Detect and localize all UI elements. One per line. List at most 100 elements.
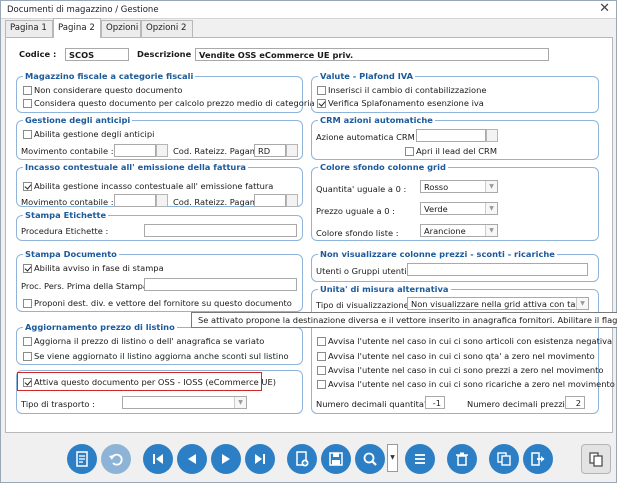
procedura-etichette-field[interactable] (144, 224, 297, 237)
anticipi-rateizz-lookup-button[interactable] (286, 144, 298, 157)
avvisa-qta-zero-checkbox[interactable]: Avvisa l'utente nel caso in cui ci sono … (317, 351, 595, 361)
checkbox-label: Abilita gestione incasso contestuale all… (34, 181, 274, 191)
next-record-button[interactable] (211, 444, 241, 474)
checkbox-label: Apri il lead del CRM (416, 146, 497, 156)
abilita-anticipi-checkbox[interactable]: Abilita gestione degli anticipi (23, 129, 154, 139)
attiva-oss-ioss-checkbox[interactable]: Attiva questo documento per OSS - IOSS (… (23, 377, 276, 387)
checkbox-label: Abilita gestione degli anticipi (34, 129, 155, 139)
tab-pagina-2[interactable]: Pagina 2 (53, 18, 101, 38)
colore-quantita-label: Quantita' uguale a 0 : (316, 184, 407, 194)
colore-liste-label: Colore sfondo liste : (316, 228, 399, 238)
anticipi-title: Gestione degli anticipi (23, 115, 133, 125)
decimali-quantita-field[interactable]: -1 (425, 396, 445, 409)
descrizione-field[interactable]: Vendite OSS eCommerce UE priv. (195, 48, 549, 61)
checkbox-box[interactable] (405, 146, 414, 156)
copy-button[interactable] (489, 444, 519, 474)
incasso-movimento-field[interactable] (114, 194, 156, 207)
tipo-visualizzazione-label: Tipo di visualizzazione : (316, 300, 415, 310)
first-record-button[interactable] (143, 444, 173, 474)
chevron-down-icon: ▼ (390, 454, 395, 461)
aggiorna-sconti-listino-checkbox[interactable]: Se viene aggiornato il listino aggiorna … (23, 351, 289, 361)
checkbox-box[interactable] (23, 336, 32, 346)
colore-liste-select[interactable]: Arancione ▼ (420, 224, 498, 237)
abilita-avviso-stampa-checkbox[interactable]: Abilita avviso in fase di stampa (23, 263, 164, 273)
nonvis-title: Non visualizzare colonne prezzi - sconti… (318, 249, 557, 259)
decimali-prezzi-field[interactable]: 2 (565, 396, 585, 409)
considera-prezzo-medio-checkbox[interactable]: Considera questo documento per calcolo p… (23, 98, 315, 108)
checkbox-box[interactable] (23, 377, 32, 387)
checkbox-box[interactable] (23, 129, 32, 139)
checkbox-box[interactable] (317, 98, 326, 108)
proc-pers-stampa-field[interactable] (144, 278, 297, 291)
pages-icon (589, 452, 603, 467)
incasso-movimento-lookup-button[interactable] (156, 194, 168, 207)
search-button[interactable] (355, 444, 385, 474)
colore-quantita-select[interactable]: Rosso ▼ (420, 180, 498, 193)
save-button[interactable] (321, 444, 351, 474)
print-list-button[interactable] (67, 444, 97, 474)
previous-record-button[interactable] (177, 444, 207, 474)
checkbox-box[interactable] (23, 98, 32, 108)
azione-crm-lookup-button[interactable] (486, 129, 498, 142)
duplicate-window-button[interactable] (581, 444, 611, 474)
delete-button[interactable] (447, 444, 477, 474)
last-record-button[interactable] (245, 444, 275, 474)
main-window: Documenti di magazzino / Gestione ✕ Pagi… (0, 0, 617, 483)
azione-crm-field[interactable] (416, 129, 486, 142)
utenti-gruppi-label: Utenti o Gruppi utenti : (316, 266, 413, 276)
aggiorna-prezzo-listino-checkbox[interactable]: Aggiorna il prezzo di listino o dell' an… (23, 336, 264, 346)
checkbox-box[interactable] (317, 85, 326, 95)
checkbox-box[interactable] (317, 336, 326, 346)
codice-field[interactable]: SCOS (65, 48, 129, 61)
undo-button[interactable] (101, 444, 131, 474)
tab-opzioni[interactable]: Opzioni (101, 20, 141, 37)
incasso-rateizz-field[interactable] (254, 194, 286, 207)
save-icon (329, 452, 343, 466)
chevron-down-icon: ▼ (485, 181, 497, 192)
checkbox-label: Non considerare questo documento (34, 85, 183, 95)
inserisci-cambio-checkbox[interactable]: Inserisci il cambio di contabilizzazione (317, 85, 486, 95)
checkbox-box[interactable] (317, 351, 326, 361)
anticipi-rateizz-field[interactable]: RD (254, 144, 286, 157)
avvisa-ricariche-zero-checkbox[interactable]: Avvisa l'utente nel caso in cui ci sono … (317, 379, 615, 389)
tipo-trasporto-select[interactable]: ▼ (122, 396, 247, 409)
window-title: Documenti di magazzino / Gestione (7, 5, 159, 15)
anticipi-movimento-field[interactable] (114, 144, 156, 157)
verifica-splafonamento-checkbox[interactable]: Verifica Splafonamento esenzione iva (317, 98, 484, 108)
tipo-visualizzazione-select[interactable]: Non visualizzare nella grid attiva con t… (407, 297, 589, 310)
utenti-gruppi-field[interactable] (407, 263, 588, 276)
list-button[interactable] (405, 444, 435, 474)
next-icon (222, 454, 230, 464)
checkbox-box[interactable] (317, 365, 326, 375)
checkbox-box[interactable] (23, 85, 32, 95)
close-icon[interactable]: ✕ (599, 2, 610, 16)
avvisa-prezzi-zero-checkbox[interactable]: Avvisa l'utente nel caso in cui ci sono … (317, 365, 603, 375)
checkbox-box[interactable] (23, 181, 32, 191)
tab-opzioni-2[interactable]: Opzioni 2 (141, 20, 193, 37)
incasso-movimento-label: Movimento contabile : (21, 197, 114, 207)
new-document-button[interactable] (287, 444, 317, 474)
azione-crm-label: Azione automatica CRM : (316, 132, 421, 142)
checkbox-box[interactable] (317, 379, 326, 389)
tab-pagina-1[interactable]: Pagina 1 (5, 20, 53, 37)
exit-button[interactable] (523, 444, 553, 474)
avvisa-esistenza-negativa-checkbox[interactable]: Avvisa l'utente nel caso in cui ci sono … (317, 336, 612, 346)
non-considerare-checkbox[interactable]: Non considerare questo documento (23, 85, 182, 95)
checkbox-label: Abilita avviso in fase di stampa (34, 263, 164, 273)
checkbox-box[interactable] (23, 263, 32, 273)
incasso-rateizz-lookup-button[interactable] (286, 194, 298, 207)
checkbox-box[interactable] (23, 351, 32, 361)
proponi-dest-vettore-checkbox[interactable]: Proponi dest. div. e vettore del fornito… (23, 298, 292, 308)
checkbox-box[interactable] (23, 298, 32, 308)
search-options-dropdown[interactable]: ▼ (387, 444, 398, 472)
abilita-incasso-checkbox[interactable]: Abilita gestione incasso contestuale all… (23, 181, 273, 191)
descrizione-label: Descrizione : (137, 49, 198, 59)
apri-lead-crm-checkbox[interactable]: Apri il lead del CRM (405, 146, 497, 156)
anticipi-movimento-lookup-button[interactable] (156, 144, 168, 157)
decimali-quantita-label: Numero decimali quantita' : (316, 399, 432, 409)
checkbox-label: Aggiorna il prezzo di listino o dell' an… (34, 336, 265, 346)
checkbox-label: Avvisa l'utente nel caso in cui ci sono … (328, 365, 604, 375)
colore-prezzo-select[interactable]: Verde ▼ (420, 202, 498, 215)
skip-first-icon (153, 454, 163, 464)
codice-label: Codice : (19, 49, 57, 59)
